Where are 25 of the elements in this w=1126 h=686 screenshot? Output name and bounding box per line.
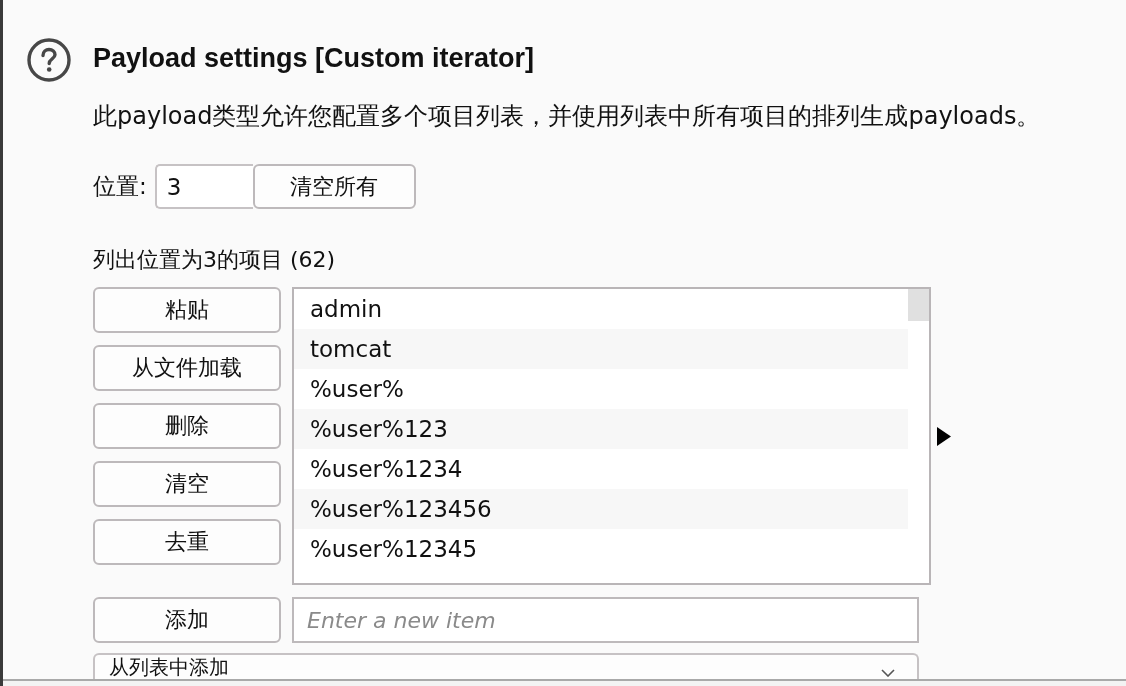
chevron-down-icon (881, 669, 895, 677)
clear-all-button[interactable]: 清空所有 (252, 164, 416, 209)
list-item[interactable]: %user%12345 (294, 529, 908, 569)
list-item[interactable]: tomcat (294, 329, 908, 369)
list-item[interactable]: %user%123456 (294, 489, 908, 529)
section-title: Payload settings [Custom iterator] (93, 42, 535, 75)
list-item[interactable]: %user%123 (294, 409, 908, 449)
position-label: 位置: (93, 172, 147, 201)
list-action-button[interactable]: 删除 (93, 403, 281, 449)
scrollbar-thumb[interactable] (908, 289, 929, 321)
list-item[interactable]: admin (294, 289, 908, 329)
list-action-button[interactable]: 去重 (93, 519, 281, 565)
list-action-button[interactable]: 粘贴 (93, 287, 281, 333)
list-item[interactable]: %user%1234 (294, 449, 908, 489)
list-heading: 列出位置为3的项目 (62) (93, 246, 336, 274)
list-action-button[interactable]: 清空 (93, 461, 281, 507)
add-button[interactable]: 添加 (93, 597, 281, 643)
description-text: 此payload类型允许您配置多个项目列表，并使用列表中所有项目的排列生成payloads。 (93, 101, 1041, 132)
help-icon[interactable] (27, 38, 71, 82)
position-field[interactable]: 3 (154, 164, 253, 209)
add-from-list-dropdown[interactable]: 从列表中添加 (93, 653, 919, 679)
triangle-right-icon[interactable] (937, 426, 951, 446)
list-item[interactable]: %user% (294, 369, 908, 409)
list-action-button[interactable]: 从文件加载 (93, 345, 281, 391)
new-item-field[interactable]: Enter a new item (292, 597, 919, 643)
